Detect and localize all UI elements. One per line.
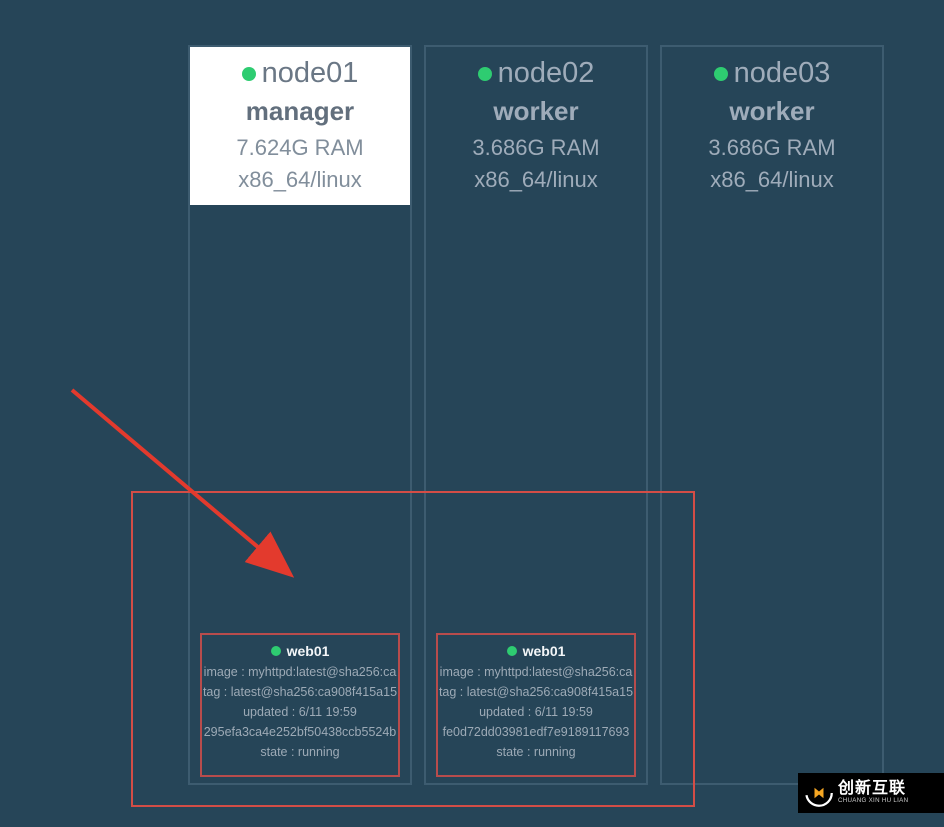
node-arch: x86_64/linux: [662, 167, 882, 193]
task-image: image : myhttpd:latest@sha256:ca: [202, 665, 398, 679]
node-ram: 3.686G RAM: [426, 135, 646, 161]
task-image: image : myhttpd:latest@sha256:ca: [438, 665, 634, 679]
task-state: state : running: [438, 745, 634, 759]
brand-badge: 创新互联 CHUANG XIN HU LIAN: [798, 773, 944, 813]
task-name: web01: [287, 643, 330, 659]
node-ram: 3.686G RAM: [662, 135, 882, 161]
task-tag: tag : latest@sha256:ca908f415a15: [202, 685, 398, 699]
task-id: 295efa3ca4e252bf50438ccb5524b: [202, 725, 398, 739]
node-header: node03 worker 3.686G RAM x86_64/linux: [662, 47, 882, 205]
node-column-node01[interactable]: node01 manager 7.624G RAM x86_64/linux w…: [188, 45, 412, 785]
node-body: web01 image : myhttpd:latest@sha256:ca t…: [426, 205, 646, 783]
task-state: state : running: [202, 745, 398, 759]
task-tag: tag : latest@sha256:ca908f415a15: [438, 685, 634, 699]
node-role: worker: [426, 96, 646, 127]
node-header: node02 worker 3.686G RAM x86_64/linux: [426, 47, 646, 205]
node-arch: x86_64/linux: [426, 167, 646, 193]
brand-name-cn: 创新互联: [838, 781, 908, 798]
status-dot-icon: [271, 646, 281, 656]
status-dot-icon: [507, 646, 517, 656]
task-id: fe0d72dd03981edf7e9189117693: [438, 725, 634, 739]
node-header: node01 manager 7.624G RAM x86_64/linux: [190, 47, 410, 205]
task-updated: updated : 6/11 19:59: [438, 705, 634, 719]
brand-name-en: CHUANG XIN HU LIAN: [838, 798, 908, 805]
node-body: [662, 205, 882, 783]
node-ram: 7.624G RAM: [190, 135, 410, 161]
status-dot-icon: [242, 67, 256, 81]
task-card-web01[interactable]: web01 image : myhttpd:latest@sha256:ca t…: [200, 633, 400, 777]
node-column-node02[interactable]: node02 worker 3.686G RAM x86_64/linux we…: [424, 45, 648, 785]
task-updated: updated : 6/11 19:59: [202, 705, 398, 719]
node-name: node02: [498, 57, 595, 90]
brand-logo-icon: [804, 778, 834, 808]
node-role: worker: [662, 96, 882, 127]
node-column-node03[interactable]: node03 worker 3.686G RAM x86_64/linux: [660, 45, 884, 785]
node-body: web01 image : myhttpd:latest@sha256:ca t…: [190, 205, 410, 783]
node-name: node03: [734, 57, 831, 90]
status-dot-icon: [714, 67, 728, 81]
task-name: web01: [523, 643, 566, 659]
node-role: manager: [190, 96, 410, 127]
status-dot-icon: [478, 67, 492, 81]
node-arch: x86_64/linux: [190, 167, 410, 193]
cluster-row: node01 manager 7.624G RAM x86_64/linux w…: [188, 45, 888, 785]
node-name: node01: [262, 57, 359, 90]
task-card-web01[interactable]: web01 image : myhttpd:latest@sha256:ca t…: [436, 633, 636, 777]
